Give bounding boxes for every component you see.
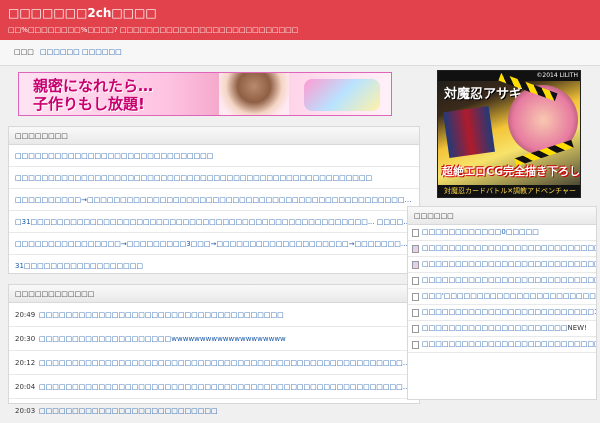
nav-bar: □□□ □□□□□□ □□□□□□ xyxy=(0,40,600,66)
latest-item-title[interactable]: □□□□□□□□□□□□□□□□□□□□□□□□□□□□□□□□□□□□□□□□… xyxy=(39,383,419,391)
site-title[interactable]: □□□□□□□2ch□□□□ xyxy=(8,6,157,20)
sidebar-item-title[interactable]: □□□□□□□□□□□□0□□□□□ xyxy=(422,228,539,236)
latest-item-time: 20:30 xyxy=(15,335,36,343)
recommended-item[interactable]: □□□□□□□□□□→□□□□□□□□□□□□□□□□□□□□□□□□□□□□□… xyxy=(9,189,419,211)
nav-item-3[interactable]: □□□□□□ xyxy=(82,48,122,56)
document-icon xyxy=(412,277,419,285)
sidebar-list: □□□□□□□□□□□□0□□□□□ □□□□□□□□□□□□□□□□□□□□□□… xyxy=(408,225,596,353)
recommended-item[interactable]: □□□□□□□□□□□□□□□□□□□□□□□□□□□□□□□□□□□□□□□□… xyxy=(9,167,419,189)
latest-item-title[interactable]: □□□□□□□□□□□□□□□□□□□□□□□□□□□□□□□□□□□□□ xyxy=(39,311,284,319)
ad-footer: 対魔忍カードバトル✕調教アドベンチャー xyxy=(438,185,580,197)
latest-panel: □□□□□□□□□□□□ 20:49 □□□□□□□□□□□□□□□□□□□□□□… xyxy=(8,284,420,415)
ad-banner-line2: 子作りもし放題! xyxy=(33,95,145,113)
recommended-panel: □□□□□□□□ □□□□□□□□□□□□□□□□□□□□□□□□□□□□□□ □… xyxy=(8,126,420,274)
sidebar-item-title[interactable]: □□□□□□□□□□□□□□□□□□□□□□□□□□□□□□□□ xyxy=(422,276,596,284)
ad-banner-side[interactable]: ©2014 LILITH 対魔忍アサギ 超絶エロCG完全描き下ろし 対魔忍カード… xyxy=(437,70,581,198)
latest-item-title[interactable]: □□□□□□□□□□□□□□□□□□□□□□□□□□□□□□□□□□□□□□□□… xyxy=(39,359,419,367)
recommended-item[interactable]: □□□□□□□□□□□□□□□□□□□□□□□□□□□□□□ xyxy=(9,145,419,167)
site-header: □□□□□□□2ch□□□□ □□%□□□□□□□□%□□□□? □□□□□□□… xyxy=(0,0,600,40)
latest-item-title[interactable]: □□□□□□□□□□□□□□□□□□□□□□□□□□□ xyxy=(39,407,218,415)
recommended-heading: □□□□□□□□ xyxy=(9,127,419,145)
sidebar-item[interactable]: □□□□□□□□□□□□□□□□□□□□□□□□□□□□□□□□□□□□□□□□… xyxy=(408,241,596,257)
document-icon xyxy=(412,325,419,333)
nav-item-home[interactable]: □□□ xyxy=(14,48,34,56)
sidebar-item[interactable]: □□□□□□□□□□□□□□□□□□□□□□□□□□□□□□□□NEW! xyxy=(408,273,596,289)
sidebar-item-title[interactable]: □□□□□□□□□□□□□□□□□□□□□□□□□□□□□□□□□□□□□□□□… xyxy=(422,260,596,268)
latest-item[interactable]: 20:49 □□□□□□□□□□□□□□□□□□□□□□□□□□□□□□□□□□□… xyxy=(9,303,419,327)
ad-banner-logo xyxy=(304,79,380,111)
image-icon xyxy=(412,261,419,269)
latest-item-time: 20:04 xyxy=(15,383,36,391)
ad-headline: 超絶エロCG完全描き下ろし xyxy=(442,165,581,178)
ad-banner-character-image xyxy=(219,73,289,115)
sidebar-item-title[interactable]: □□□□□□□□□□□□□□□□□□□□□□ xyxy=(422,324,568,332)
nav-item-2[interactable]: □□□□□□ xyxy=(40,48,80,56)
sidebar-item-title[interactable]: □□□□□□□□□□□□□□□□□□□□□□□□□□10 xyxy=(422,308,596,316)
recommended-list: □□□□□□□□□□□□□□□□□□□□□□□□□□□□□□ □□□□□□□□□□… xyxy=(9,145,419,277)
latest-list: 20:49 □□□□□□□□□□□□□□□□□□□□□□□□□□□□□□□□□□□… xyxy=(9,303,419,423)
latest-item[interactable]: 20:03 □□□□□□□□□□□□□□□□□□□□□□□□□□□ xyxy=(9,399,419,423)
sidebar-item-title[interactable]: □□□□□□□□□□□□□□□□□□□□□□□□□□□□□□□□□□□□□□□□… xyxy=(422,244,596,252)
recommended-item[interactable]: 31□□□□□□□□□□□□□□□□□□ xyxy=(9,255,419,277)
sidebar-panel: □□□□□□ □□□□□□□□□□□□0□□□□□ □□□□□□□□□□□□□□□… xyxy=(407,206,597,400)
latest-item[interactable]: 20:12 □□□□□□□□□□□□□□□□□□□□□□□□□□□□□□□□□□□… xyxy=(9,351,419,375)
sidebar-heading: □□□□□□ xyxy=(408,207,596,225)
ad-banner-line1: 親密になれたら… xyxy=(33,77,154,95)
sidebar-item-title[interactable]: □□□'□□□□□□□□□□□□□□□□□□□□□□□□□□□□□□□□□□ xyxy=(422,292,596,300)
ad-cards-image xyxy=(443,106,495,158)
latest-item[interactable]: 20:04 □□□□□□□□□□□□□□□□□□□□□□□□□□□□□□□□□□□… xyxy=(9,375,419,399)
site-description: □□%□□□□□□□□%□□□□? □□□□□□□□□□□□□□□□□□□□□□… xyxy=(8,26,299,34)
latest-item-time: 20:49 xyxy=(15,311,36,319)
latest-heading: □□□□□□□□□□□□ xyxy=(9,285,419,303)
sidebar-item[interactable]: □□□□□□□□□□□□□□□□□□□□□□□□□□□□□□□□□□□□□□□□… xyxy=(408,337,596,353)
ad-banner-top[interactable]: 親密になれたら… 子作りもし放題! xyxy=(18,72,392,116)
new-badge: NEW! xyxy=(567,324,587,332)
latest-item-title[interactable]: □□□□□□□□□□□□□□□□□□□□wwwwwwwwwwwwwwwwwwww xyxy=(39,335,286,343)
document-icon xyxy=(412,229,419,237)
recommended-item[interactable]: □□□□□□□□□□□□□□□□→□□□□□□□□□3□□□→□□□□□□□□□… xyxy=(9,233,419,255)
sidebar-item[interactable]: □□□□□□□□□□□□0□□□□□ xyxy=(408,225,596,241)
sidebar-item-title[interactable]: □□□□□□□□□□□□□□□□□□□□□□□□□□□□□□□□□□□□□□□□… xyxy=(422,340,596,348)
sidebar-item[interactable]: □□□□□□□□□□□□□□□□□□□□□□NEW! xyxy=(408,321,596,337)
recommended-item[interactable]: □31□□□□□□□□□□□□□□□□□□□□□□□□□□□□□□□□□□□□□… xyxy=(9,211,419,233)
ad-banner-text: 親密になれたら… 子作りもし放題! xyxy=(33,77,153,113)
image-icon xyxy=(412,245,419,253)
document-icon xyxy=(412,341,419,349)
document-icon xyxy=(412,309,419,317)
latest-item[interactable]: 20:30 □□□□□□□□□□□□□□□□□□□□wwwwwwwwwwwwwww… xyxy=(9,327,419,351)
latest-item-time: 20:12 xyxy=(15,359,36,367)
latest-item-time: 20:03 xyxy=(15,407,36,415)
sidebar-item[interactable]: □□□□□□□□□□□□□□□□□□□□□□□□□□□□□□□□□□□□□□□□… xyxy=(408,257,596,273)
sidebar-item[interactable]: □□□□□□□□□□□□□□□□□□□□□□□□□□10NEW! xyxy=(408,305,596,321)
ad-title: 対魔忍アサギ xyxy=(444,87,523,102)
sidebar-item[interactable]: □□□'□□□□□□□□□□□□□□□□□□□□□□□□□□□□□□□□□□NE… xyxy=(408,289,596,305)
document-icon xyxy=(412,293,419,301)
